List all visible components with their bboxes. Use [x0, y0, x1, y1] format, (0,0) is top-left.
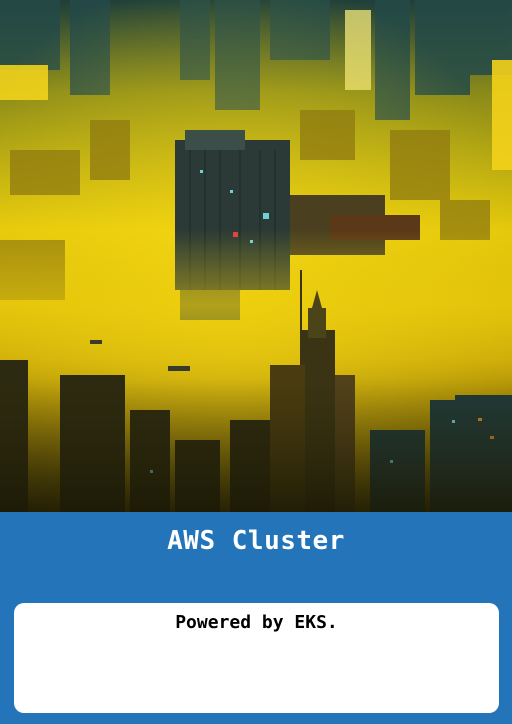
- card-description: Powered by EKS.: [175, 612, 338, 633]
- card-title: AWS Cluster: [167, 526, 345, 556]
- description-panel: Powered by EKS.: [14, 603, 499, 713]
- cluster-card: AWS Cluster Powered by EKS.: [0, 0, 512, 724]
- cyberpunk-city-artwork: [0, 0, 512, 512]
